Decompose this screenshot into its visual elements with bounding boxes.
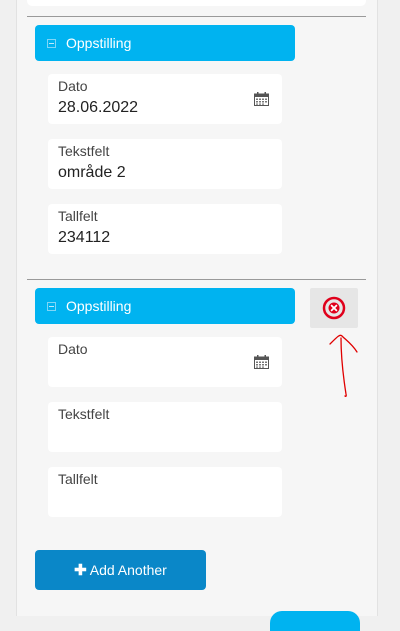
- group-header-1[interactable]: Oppstilling: [35, 25, 295, 61]
- collapse-icon[interactable]: [47, 38, 56, 48]
- group-header-2[interactable]: Oppstilling: [35, 288, 295, 324]
- add-another-label: Add Another: [89, 562, 167, 578]
- group-divider: [27, 16, 366, 17]
- text-field-label: Tekstfelt: [58, 406, 110, 422]
- previous-card-edge: [27, 0, 366, 6]
- text-field[interactable]: Tekstfelt: [48, 402, 282, 452]
- collapse-icon[interactable]: [47, 301, 56, 311]
- number-field-label: Tallfelt: [58, 471, 98, 487]
- text-field-label: Tekstfelt: [58, 143, 110, 159]
- number-field-label: Tallfelt: [58, 208, 98, 224]
- plus-icon: ✚: [74, 562, 87, 579]
- date-field-label: Dato: [58, 78, 88, 94]
- number-field[interactable]: Tallfelt: [48, 467, 282, 517]
- group-divider: [27, 279, 366, 280]
- text-field-value[interactable]: område 2: [58, 164, 126, 182]
- calendar-icon[interactable]: [254, 355, 269, 369]
- remove-group-button[interactable]: [310, 288, 358, 328]
- date-field-value[interactable]: 28.06.2022: [58, 99, 138, 117]
- group-header-label: Oppstilling: [66, 298, 132, 314]
- submit-button[interactable]: [270, 611, 360, 631]
- date-field-label: Dato: [58, 341, 88, 357]
- calendar-icon[interactable]: [254, 92, 269, 106]
- date-field[interactable]: Dato: [48, 337, 282, 387]
- number-field-value[interactable]: 234112: [58, 229, 110, 247]
- add-another-button[interactable]: ✚ Add Another: [35, 550, 206, 590]
- group-header-label: Oppstilling: [66, 35, 132, 51]
- remove-circle-icon[interactable]: [322, 296, 346, 320]
- number-field[interactable]: Tallfelt 234112: [48, 204, 282, 254]
- annotation-arrow: [329, 334, 358, 398]
- date-field[interactable]: Dato 28.06.2022: [48, 74, 282, 124]
- text-field[interactable]: Tekstfelt område 2: [48, 139, 282, 189]
